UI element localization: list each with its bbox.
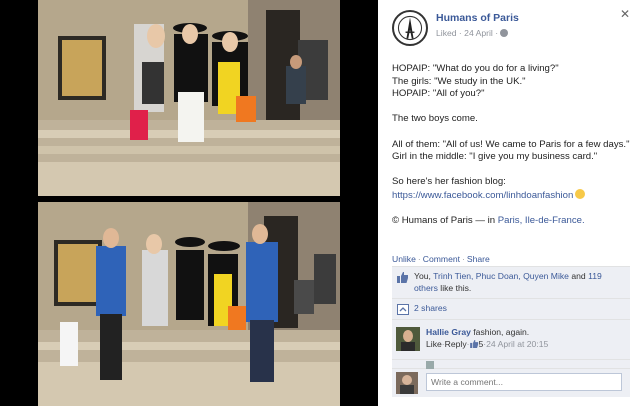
post-header: Humans of Paris Liked · 24 April · ✕ <box>392 8 632 50</box>
photo-stage[interactable] <box>0 0 378 406</box>
blog-link[interactable]: https://www.facebook.com/linhdoanfashion <box>392 190 573 201</box>
copyright-text: © Humans of Paris — <box>392 215 485 227</box>
shares-row: 2 shares <box>392 299 630 320</box>
post-meta: Liked · 24 April · <box>436 27 509 40</box>
caption-line-4: All of them: "All of us! We came to Pari… <box>392 138 630 150</box>
action-separator: · <box>417 254 421 264</box>
page-avatar-logo[interactable] <box>392 10 428 46</box>
comment-author-link[interactable]: Hallie Gray <box>426 327 471 337</box>
unlike-link[interactable]: Unlike <box>392 254 416 264</box>
location-prefix: in <box>487 215 496 227</box>
liker-names-link[interactable]: Trinh Tien, Phuc Doan, Quyen Mike <box>433 271 569 281</box>
current-user-avatar <box>396 371 418 394</box>
caption-paragraph-1: HOPAIP: "What do you do for a living?" Th… <box>392 63 632 101</box>
share-link[interactable]: Share <box>467 254 490 264</box>
comment-item: Hallie Gray fashion, again. Like·Reply· 5… <box>392 320 630 360</box>
feedback-box: You, Trinh Tien, Phuc Doan, Quyen Mike a… <box>392 266 630 397</box>
comment-actions: Like·Reply· 5·24 April at 20:15 <box>426 338 626 350</box>
caption-line-5: Girl in the middle: "I give you my busin… <box>392 151 598 163</box>
eiffel-tower-icon <box>395 13 425 43</box>
globe-icon <box>500 29 509 37</box>
comment-thumbs-up-icon <box>469 339 478 348</box>
post-actions: Unlike · Comment · Share <box>392 253 490 266</box>
post-caption: HOPAIP: "What do you do for a living?" Th… <box>392 63 632 240</box>
comment-like-link[interactable]: Like <box>426 339 442 349</box>
likes-row: You, Trinh Tien, Phuc Doan, Quyen Mike a… <box>392 267 630 300</box>
likes-prefix: You, <box>414 271 431 281</box>
comment-reply-link[interactable]: Reply <box>445 339 467 349</box>
caption-line-6: So here's her fashion blog: <box>392 176 506 188</box>
comment-body: Hallie Gray fashion, again. <box>426 326 626 338</box>
caption-line-1: HOPAIP: "What do you do for a living?" <box>392 63 559 74</box>
caption-line-2: The girls: "We study in the UK." <box>392 75 526 87</box>
caption-line-3: HOPAIP: "All of you?" <box>392 88 485 100</box>
photo-bottom <box>38 202 340 406</box>
collapsed-reply-row[interactable] <box>392 359 630 369</box>
photo-top <box>38 0 340 196</box>
caption-paragraph-5: © Humans of Paris — in Paris, Ile-de-Fra… <box>392 215 632 228</box>
comment-time[interactable]: 24 April at 20:15 <box>486 339 548 349</box>
caption-paragraph-3: All of them: "All of us! We came to Pari… <box>392 139 632 164</box>
smile-emoji-icon <box>575 188 586 199</box>
current-user-avatar-image <box>396 371 418 394</box>
photo-bottom-image <box>38 202 340 406</box>
shares-link[interactable]: 2 shares <box>414 303 447 313</box>
photo-top-image <box>38 0 340 196</box>
thumbs-up-icon <box>397 272 408 283</box>
location-link[interactable]: Paris, Ile-de-France. <box>498 215 585 226</box>
post-panel: Humans of Paris Liked · 24 April · ✕ HOP… <box>378 0 640 406</box>
write-comment-row <box>392 369 630 397</box>
comment-link[interactable]: Comment <box>423 254 460 264</box>
commenter-avatar[interactable] <box>396 326 420 351</box>
likes-and: and <box>571 271 586 281</box>
post-meta-text: Liked · 24 April · <box>436 28 499 38</box>
caption-paragraph-2: The two boys come. <box>392 113 478 125</box>
likes-suffix: like this. <box>440 282 472 293</box>
page-name-link[interactable]: Humans of Paris <box>436 12 519 25</box>
comment-text: fashion, again. <box>473 326 530 337</box>
share-icon <box>397 304 409 316</box>
caption-paragraph-4: So here's her fashion blog: https://www.f… <box>392 176 632 202</box>
commenter-avatar-image <box>396 326 420 351</box>
close-icon[interactable]: ✕ <box>620 8 630 21</box>
action-separator: · <box>462 254 465 264</box>
write-comment-input[interactable] <box>426 372 622 391</box>
reply-avatar <box>426 360 434 369</box>
